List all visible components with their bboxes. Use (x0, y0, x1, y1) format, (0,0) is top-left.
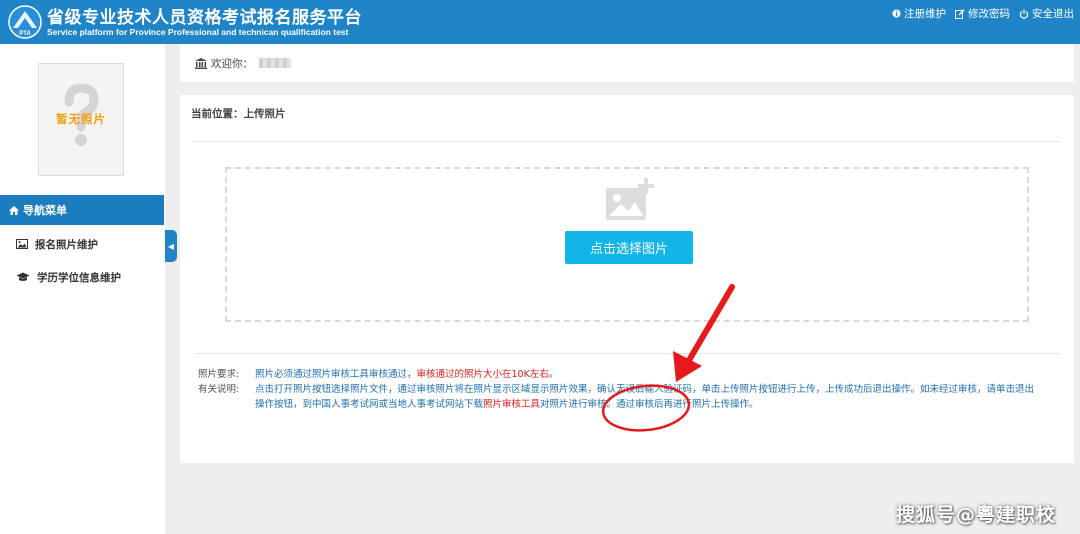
user-name-redacted (259, 58, 291, 68)
svg-text:PTA: PTA (19, 31, 31, 37)
notes-label: 有关说明: (198, 384, 240, 395)
notes-text-end: 对照片进行审核。通过审核后再进行照片上传操作。 (540, 399, 759, 410)
requirements-label: 照片要求: (198, 369, 240, 380)
pta-logo-icon: PTA (8, 5, 42, 39)
requirements-size-note: 审核通过的照片大小在10K左右。 (416, 369, 559, 380)
sidebar-item-photo[interactable]: 报名照片维护 (0, 229, 164, 259)
change-password-label: 修改密码 (968, 8, 1010, 20)
welcome-bar: 欢迎你： (180, 44, 1074, 82)
sidebar-item-label: 报名照片维护 (35, 238, 98, 251)
upload-panel: 当前位置：上传照片 点击选择图片 照片要求: 照片必须通过照片审核工具审核通过，… (180, 95, 1074, 463)
logout-link[interactable]: 安全退出 (1019, 6, 1074, 21)
welcome-label: 欢迎你： (211, 57, 253, 70)
nav-menu-title: 导航菜单 (23, 204, 67, 217)
logout-label: 安全退出 (1032, 8, 1074, 20)
chevron-left-icon: ◀ (167, 241, 175, 251)
add-image-icon (606, 178, 654, 220)
register-link[interactable]: 注册维护 (892, 6, 946, 21)
sidebar: 暂无照片 导航菜单 报名照片维护 学历学位信息维护 (0, 44, 165, 534)
top-links: 注册维护 修改密码 安全退出 (892, 6, 1074, 21)
requirements-text: 照片必须通过照片审核工具审核通过， (255, 369, 417, 380)
platform-subtitle: Service platform for Province Profession… (47, 27, 349, 37)
avatar: 暂无照片 (38, 63, 124, 176)
power-icon (1019, 8, 1029, 19)
divider (194, 353, 1060, 354)
photo-instructions: 照片要求: 照片必须通过照片审核工具审核通过，审核通过的照片大小在10K左右。 … (198, 367, 1038, 412)
breadcrumb: 当前位置：上传照片 (191, 108, 286, 120)
watermark: 搜狐号@粤建职校 (895, 504, 1056, 526)
nav-menu-header: 导航菜单 (0, 195, 164, 225)
image-icon (16, 239, 28, 249)
divider (194, 141, 1060, 142)
info-icon (892, 9, 901, 18)
graduation-cap-icon (16, 272, 30, 281)
top-header: PTA 省级专业技术人员资格考试报名服务平台 Service platform … (0, 0, 1080, 44)
collapse-sidebar-button[interactable]: ◀ (165, 230, 177, 262)
bank-icon (195, 57, 207, 69)
home-icon (9, 205, 19, 215)
sidebar-item-education[interactable]: 学历学位信息维护 (0, 262, 164, 292)
change-password-link[interactable]: 修改密码 (955, 6, 1010, 21)
photo-review-tool-link[interactable]: 照片审核工具 (483, 399, 540, 410)
register-label: 注册维护 (904, 8, 946, 20)
edit-icon (955, 9, 965, 19)
platform-title: 省级专业技术人员资格考试报名服务平台 (47, 8, 362, 28)
no-photo-label: 暂无照片 (56, 112, 106, 126)
select-image-button[interactable]: 点击选择图片 (565, 231, 693, 264)
photo-display-area: 点击选择图片 (225, 167, 1029, 322)
sidebar-item-label: 学历学位信息维护 (37, 271, 121, 284)
